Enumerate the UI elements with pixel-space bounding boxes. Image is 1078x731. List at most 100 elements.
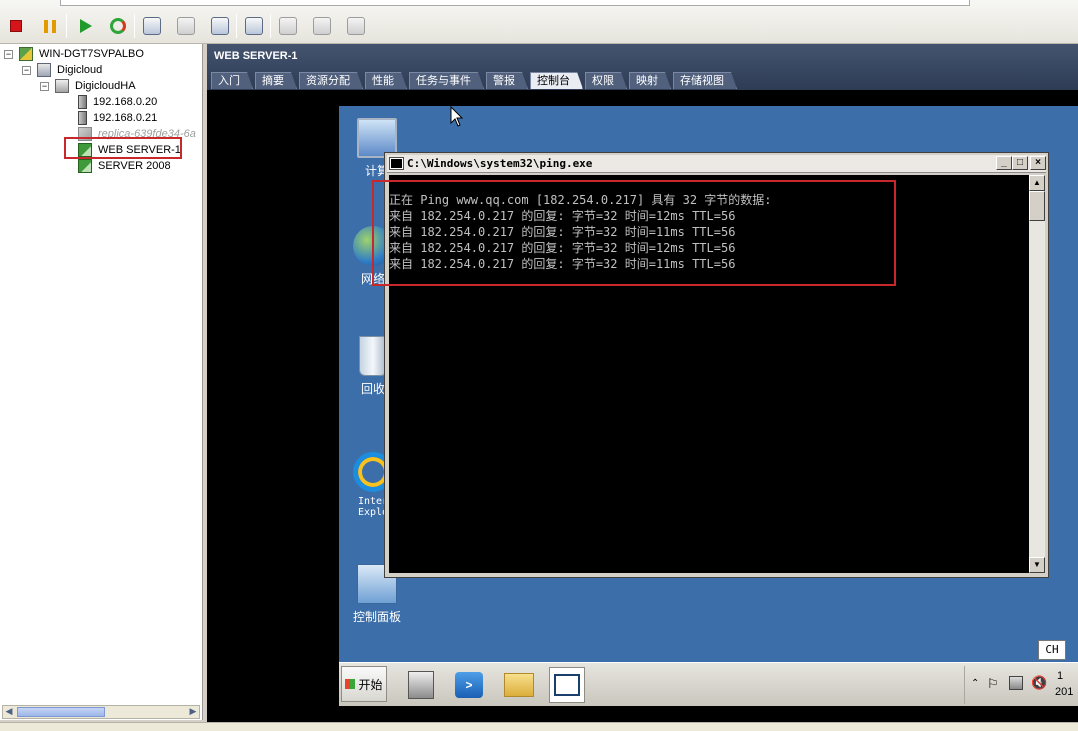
desktop-icon-label: 控制面板: [353, 610, 402, 624]
start-button[interactable]: 开始: [341, 666, 387, 702]
scroll-down-icon[interactable]: ▼: [1029, 557, 1045, 573]
language-indicator[interactable]: CH: [1038, 640, 1066, 660]
scroll-thumb[interactable]: [1029, 191, 1045, 221]
clone-icon: [347, 17, 365, 35]
snapshot-manager-icon: [211, 17, 229, 35]
datacenter-icon: [37, 63, 51, 77]
tab-storage-views[interactable]: 存储视图: [673, 72, 737, 89]
windows-flag-icon: [345, 679, 356, 689]
migrate-icon: [313, 17, 331, 35]
vcenter-icon: [19, 47, 33, 61]
show-hidden-icons-icon[interactable]: ⌃: [971, 678, 979, 689]
tab-resource-allocation[interactable]: 资源分配: [299, 72, 363, 89]
revert-snapshot-button[interactable]: [174, 14, 198, 38]
collapse-icon[interactable]: −: [4, 49, 13, 59]
snapshot-button[interactable]: [140, 14, 164, 38]
collapse-icon[interactable]: −: [40, 81, 49, 91]
desktop-icon-recycle-bin[interactable]: 回收: [359, 336, 387, 397]
console-icon: [245, 17, 263, 35]
folder-icon: [504, 673, 534, 697]
clone-button[interactable]: [344, 14, 368, 38]
taskbar-explorer[interactable]: [501, 667, 537, 703]
collapse-icon[interactable]: −: [22, 65, 31, 75]
mouse-cursor-icon: [450, 106, 464, 127]
tree-label-vm-2: SERVER 2008: [98, 160, 171, 172]
tree-label-host-1: 192.168.0.20: [93, 96, 158, 108]
tree-horizontal-scrollbar[interactable]: ◀ ▶: [2, 705, 200, 719]
scroll-up-icon[interactable]: ▲: [1029, 175, 1045, 191]
cluster-icon: [55, 79, 69, 93]
cmd-window-icon: [389, 157, 404, 170]
tab-performance[interactable]: 性能: [365, 72, 407, 89]
cmd-titlebar[interactable]: C:\Windows\system32\ping.exe _ □ ×: [387, 155, 1046, 173]
action-center-flag-icon[interactable]: ⚐: [987, 676, 999, 692]
reset-icon: [110, 18, 126, 34]
tree-item-host-2[interactable]: 192.168.0.21: [78, 110, 157, 126]
tree-item-datacenter[interactable]: − Digicloud: [22, 62, 102, 78]
highlight-box-selected-vm: [64, 137, 182, 159]
pause-icon: [44, 19, 56, 33]
play-icon: [80, 19, 92, 33]
tab-getting-started[interactable]: 入门: [211, 72, 253, 89]
snapshot-manager-button[interactable]: [208, 14, 232, 38]
taskbar-powershell[interactable]: >: [451, 667, 487, 703]
address-strip: [60, 0, 970, 6]
clock-date[interactable]: 201: [1055, 686, 1073, 698]
tab-maps[interactable]: 映射: [629, 72, 671, 89]
panel-header: WEB SERVER-1 入门 摘要 资源分配 性能 任务与事件 警报 控制台 …: [207, 44, 1078, 90]
stop-icon: [10, 20, 22, 32]
tree-item-host[interactable]: − WIN-DGT7SVPALBO: [4, 46, 144, 62]
toolbar: [0, 0, 1078, 44]
scroll-left-icon[interactable]: ◀: [3, 706, 15, 718]
play-button[interactable]: [74, 14, 98, 38]
tab-tasks-events[interactable]: 任务与事件: [409, 72, 484, 89]
cmd-vertical-scrollbar[interactable]: ▲ ▼: [1029, 175, 1045, 573]
clock-time[interactable]: 1: [1057, 670, 1063, 682]
vm-powered-on-icon: [78, 159, 92, 173]
start-label: 开始: [358, 677, 383, 692]
scroll-right-icon[interactable]: ▶: [187, 706, 199, 718]
highlight-box-ping-output: [372, 180, 896, 286]
minimize-button[interactable]: _: [996, 156, 1012, 170]
close-button[interactable]: ×: [1030, 156, 1046, 170]
edit-settings-button[interactable]: [276, 14, 300, 38]
console-button[interactable]: [242, 14, 266, 38]
cmd-title: C:\Windows\system32\ping.exe: [407, 157, 593, 170]
tab-bar: 入门 摘要 资源分配 性能 任务与事件 警报 控制台 权限 映射 存储视图: [211, 72, 739, 89]
panel-title: WEB SERVER-1: [214, 50, 298, 62]
pause-button[interactable]: [38, 14, 62, 38]
system-tray: ⌃ ⚐ 🔇 1 201: [964, 666, 1078, 704]
migrate-button[interactable]: [310, 14, 334, 38]
server-warning-icon: [78, 95, 87, 109]
tree-label-host: WIN-DGT7SVPALBO: [39, 48, 144, 60]
tab-permissions[interactable]: 权限: [585, 72, 627, 89]
tree-item-cluster[interactable]: − DigicloudHA: [40, 78, 136, 94]
taskbar-server-manager[interactable]: [403, 667, 439, 703]
tab-summary[interactable]: 摘要: [255, 72, 297, 89]
taskbar-cmd[interactable]: [549, 667, 585, 703]
revert-snapshot-icon: [177, 17, 195, 35]
edit-settings-icon: [279, 17, 297, 35]
maximize-button[interactable]: □: [1012, 156, 1028, 170]
status-bar: [0, 722, 1078, 731]
guest-taskbar: 开始 > ⌃ ⚐ 🔇 1 201: [339, 662, 1078, 706]
tab-console[interactable]: 控制台: [530, 72, 583, 89]
cmd-taskbar-icon: [554, 674, 580, 696]
scroll-thumb[interactable]: [17, 707, 105, 717]
tree-label-datacenter: Digicloud: [57, 64, 103, 76]
tree-label-host-2: 192.168.0.21: [93, 112, 158, 124]
network-tray-icon[interactable]: [1009, 676, 1023, 690]
powershell-icon: >: [455, 672, 483, 698]
tree-item-vm-server-2008[interactable]: SERVER 2008: [78, 158, 171, 174]
server-manager-icon: [408, 671, 434, 699]
tab-alarms[interactable]: 警报: [486, 72, 528, 89]
snapshot-icon: [143, 17, 161, 35]
reset-button[interactable]: [106, 14, 130, 38]
stop-button[interactable]: [4, 14, 28, 38]
volume-muted-icon[interactable]: 🔇: [1031, 675, 1047, 691]
desktop-icon-label: 回收: [360, 382, 385, 396]
tree-item-host-1[interactable]: 192.168.0.20: [78, 94, 157, 110]
server-icon: [78, 111, 87, 125]
recycle-bin-icon: [359, 336, 387, 376]
tree-label-cluster: DigicloudHA: [75, 80, 136, 92]
